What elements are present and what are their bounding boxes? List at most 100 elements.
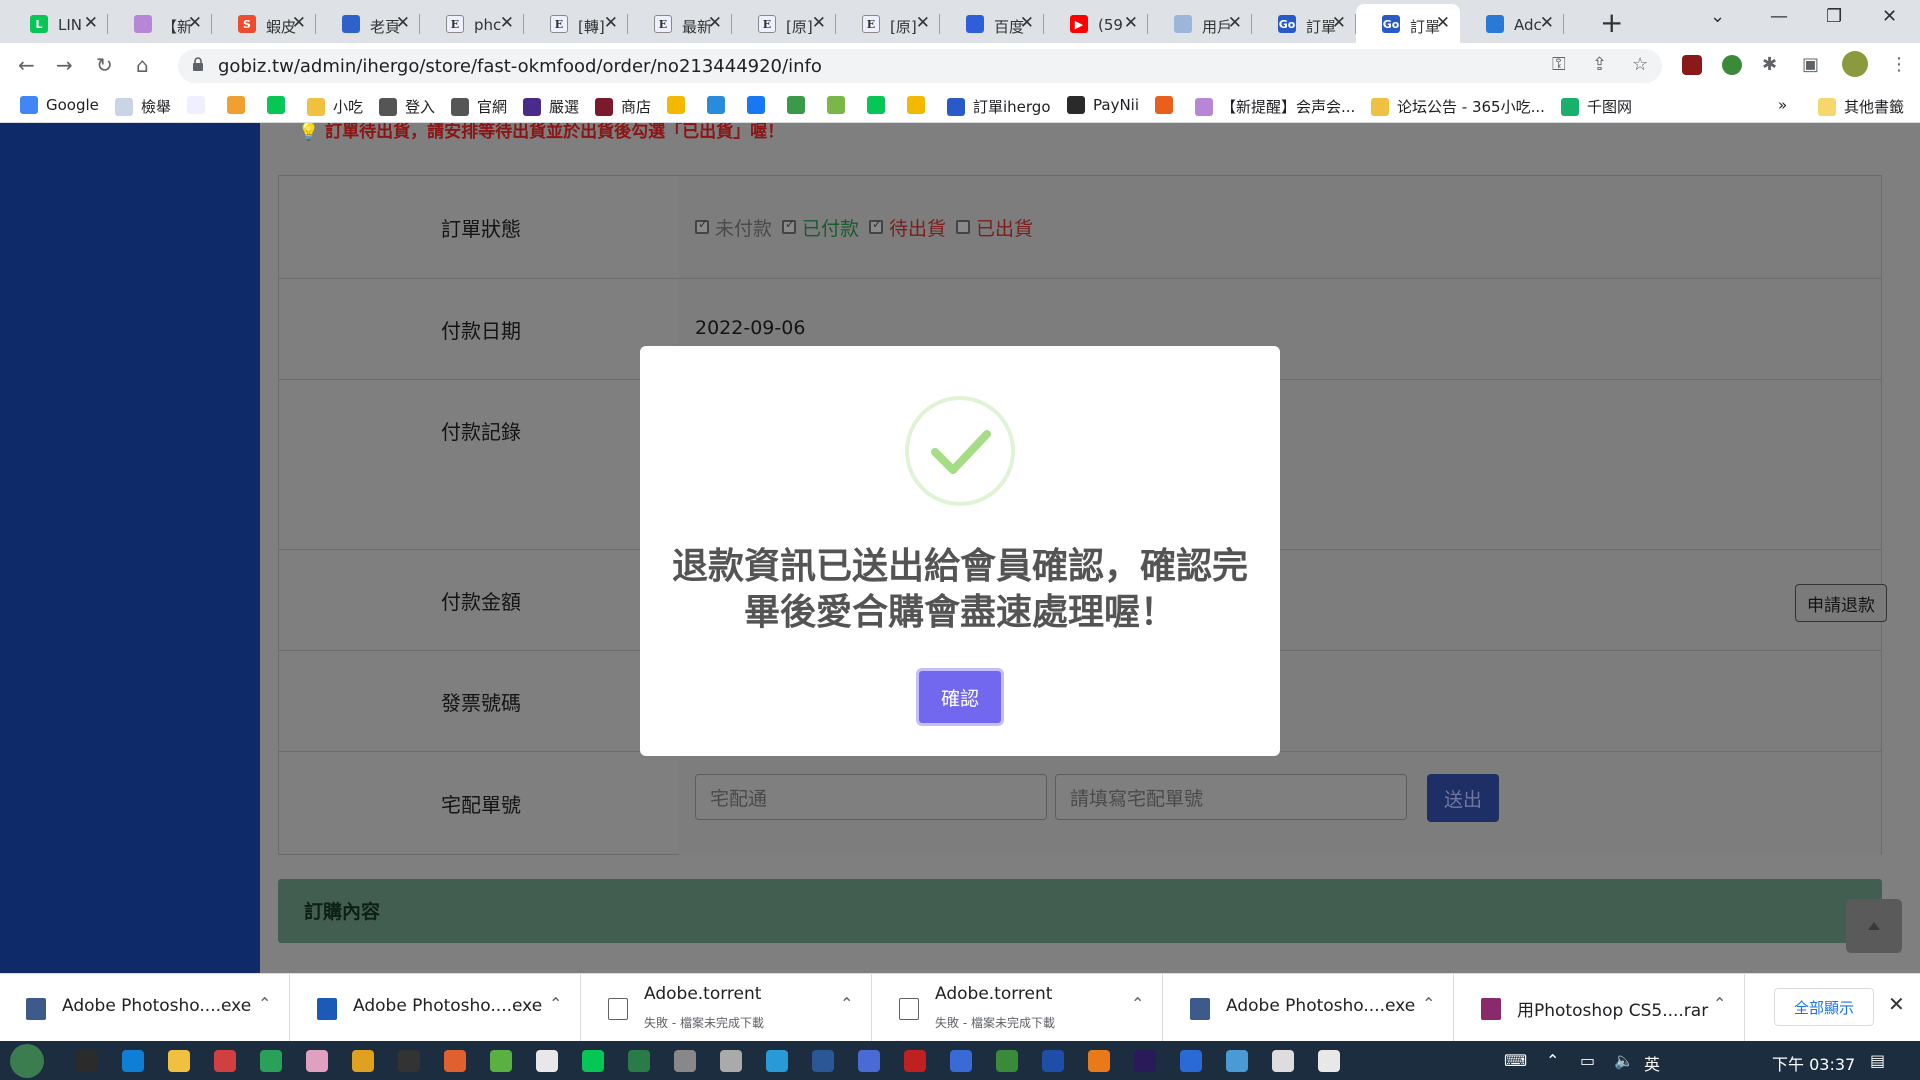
bookmark-item[interactable] [707,96,733,114]
tab-search-icon[interactable]: ⌄ [1710,6,1725,27]
taskbar-app-icon[interactable] [674,1050,696,1072]
browser-tab[interactable]: 百度 ✕ [940,4,1044,43]
confirm-button[interactable]: 確認 [916,668,1004,726]
avatar[interactable] [1842,51,1868,77]
close-tab-icon[interactable]: ✕ [1124,13,1138,33]
bookmark-item[interactable] [267,96,293,114]
taskbar-app-icon[interactable] [858,1050,880,1072]
submit-tracking-button[interactable]: 送出 [1427,774,1499,822]
taskbar-app-icon[interactable] [766,1050,788,1072]
browser-tab[interactable]: S 蝦皮 ✕ [212,4,316,43]
taskbar-app-icon[interactable] [1180,1050,1202,1072]
bookmark-item[interactable] [667,96,693,114]
bookmark-item[interactable]: 【新提醒】会声会... [1195,96,1355,117]
taskbar-app-icon[interactable] [996,1050,1018,1072]
close-tab-icon[interactable]: ✕ [1332,13,1346,33]
browser-tab[interactable]: E [原] ✕ [732,4,836,43]
keyboard-icon[interactable]: ⌨ [1504,1051,1527,1070]
back-icon[interactable]: ← [18,53,35,77]
address-bar[interactable]: gobiz.tw/admin/ihergo/store/fast-okmfood… [178,49,1662,83]
taskbar-app-icon[interactable] [122,1050,144,1072]
status-checkbox[interactable]: 已出貨 [956,176,1033,278]
bookmarks-more-icon[interactable]: » [1778,96,1787,114]
puzzle-icon[interactable]: ✱ [1762,54,1777,75]
other-bookmarks[interactable]: 其他書籤 [1818,96,1904,117]
tray-expand-icon[interactable]: ⌃ [1546,1051,1559,1070]
scroll-to-top-button[interactable] [1846,899,1902,953]
taskbar-app-icon[interactable] [1134,1050,1156,1072]
close-icon[interactable]: ✕ [1888,992,1905,1016]
notification-icon[interactable]: ▤ [1870,1051,1885,1070]
close-tab-icon[interactable]: ✕ [708,13,722,33]
browser-tab[interactable]: Go 訂單 ✕ [1356,4,1460,43]
bookmark-item[interactable] [747,96,773,114]
taskbar-app-icon[interactable] [260,1050,282,1072]
download-item[interactable]: Adobe.torrent 失敗 - 檔案未完成下載 ⌃ [873,974,1163,1042]
volume-icon[interactable]: 🔈 [1614,1051,1634,1070]
start-button[interactable] [10,1044,44,1078]
close-tab-icon[interactable]: ✕ [500,13,514,33]
download-item[interactable]: Adobe.torrent 失敗 - 檔案未完成下載 ⌃ [582,974,872,1042]
bookmark-item[interactable]: 小吃 [307,96,363,117]
download-item[interactable]: 用Photoshop CS5....rar ⌃ [1455,974,1745,1042]
bookmark-item[interactable]: 檢舉 [115,96,171,117]
taskbar-app-icon[interactable] [1226,1050,1248,1072]
show-all-downloads-button[interactable]: 全部顯示 [1774,988,1874,1026]
taskbar-app-icon[interactable] [1042,1050,1064,1072]
taskbar-app-icon[interactable] [352,1050,374,1072]
taskbar-app-icon[interactable] [76,1050,98,1072]
bookmark-item[interactable]: 嚴選 [523,96,579,117]
status-checkbox[interactable]: 已付款 [782,176,859,278]
bookmark-item[interactable] [827,96,853,114]
taskbar-app-icon[interactable] [168,1050,190,1072]
extension-icon[interactable] [1722,55,1742,75]
status-checkbox[interactable]: 未付款 [695,176,772,278]
close-tab-icon[interactable]: ✕ [812,13,826,33]
taskbar-app-icon[interactable] [950,1050,972,1072]
minimize-icon[interactable]: — [1770,6,1788,27]
side-panel-icon[interactable]: ▣ [1802,54,1819,75]
taskbar-app-icon[interactable] [628,1050,650,1072]
taskbar-app-icon[interactable] [812,1050,834,1072]
bookmark-item[interactable] [787,96,813,114]
reload-icon[interactable]: ↻ [96,53,113,77]
browser-tab[interactable]: Go 訂單 ✕ [1252,4,1356,43]
chevron-up-icon[interactable]: ⌃ [1131,994,1144,1013]
taskbar-app-icon[interactable] [1088,1050,1110,1072]
taskbar-app-icon[interactable] [582,1050,604,1072]
taskbar-app-icon[interactable] [720,1050,742,1072]
bookmark-item[interactable] [1155,96,1181,114]
browser-tab[interactable]: 用戶 ✕ [1148,4,1252,43]
bookmark-item[interactable]: PayNii [1067,96,1139,114]
bookmark-item[interactable] [227,96,253,114]
close-tab-icon[interactable]: ✕ [1228,13,1242,33]
download-item[interactable]: Adobe Photosho....exe ⌃ [0,974,290,1042]
bookmark-item[interactable]: 论坛公告 - 365小吃... [1371,96,1545,117]
taskbar-app-icon[interactable] [398,1050,420,1072]
forward-icon[interactable]: → [56,53,73,77]
url-text[interactable]: gobiz.tw/admin/ihergo/store/fast-okmfood… [218,56,822,77]
clock[interactable]: 下午 03:37 [1772,1051,1855,1075]
extension-icon[interactable] [1682,55,1702,75]
bookmark-item[interactable]: 商店 [595,96,651,117]
chevron-up-icon[interactable]: ⌃ [258,994,271,1013]
restore-icon[interactable]: ❐ [1826,6,1842,27]
browser-tab[interactable]: E [轉] ✕ [524,4,628,43]
order-content-panel[interactable]: 訂購內容 [278,879,1882,943]
taskbar-app-icon[interactable] [490,1050,512,1072]
close-tab-icon[interactable]: ✕ [1020,13,1034,33]
tracking-number-input[interactable]: 請填寫宅配單號 [1055,774,1407,820]
menu-icon[interactable]: ⋮ [1890,54,1908,75]
bookmark-item[interactable] [907,96,933,114]
chevron-up-icon[interactable]: ⌃ [840,994,853,1013]
bookmark-item[interactable]: 訂單ihergo [947,96,1051,117]
close-tab-icon[interactable]: ✕ [1540,13,1554,33]
checkbox-icon[interactable] [695,217,709,234]
close-tab-icon[interactable]: ✕ [84,13,98,33]
close-tab-icon[interactable]: ✕ [292,13,306,33]
taskbar-app-icon[interactable] [214,1050,236,1072]
close-tab-icon[interactable]: ✕ [188,13,202,33]
bookmark-item[interactable]: 官網 [451,96,507,117]
star-icon[interactable]: ☆ [1632,54,1648,75]
taskbar-app-icon[interactable] [444,1050,466,1072]
